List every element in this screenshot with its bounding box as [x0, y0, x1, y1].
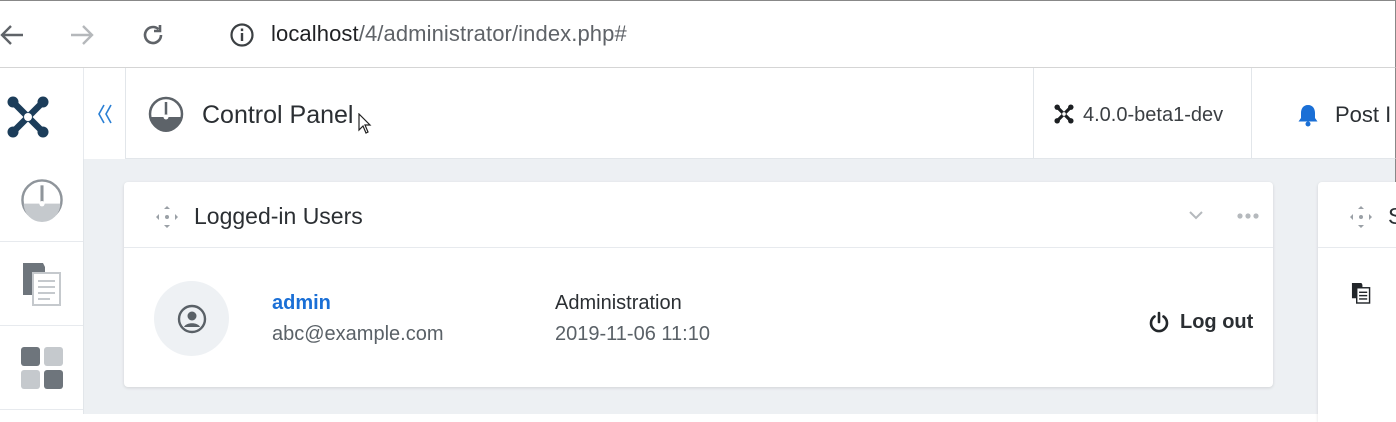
reload-button[interactable] [135, 18, 171, 52]
joomla-small-icon [1054, 104, 1074, 124]
reload-icon [143, 25, 163, 45]
second-module: S [1318, 182, 1396, 422]
module-title: Logged-in Users [194, 203, 363, 229]
more-options-icon[interactable] [1236, 212, 1260, 220]
arrow-right-icon [71, 25, 94, 45]
user-name-link[interactable]: admin [272, 292, 331, 315]
double-chevron-left-icon [97, 104, 112, 123]
bell-icon [1298, 105, 1318, 127]
joomla-logo-icon [7, 96, 49, 138]
url-path: /4/administrator/index.php# [358, 21, 627, 46]
copy-icon [1351, 283, 1371, 304]
blocks-icon [20, 347, 63, 389]
browser-toolbar: localhost/4/administrator/index.php# [0, 0, 1396, 68]
module-header: Logged-in Users [124, 182, 1273, 248]
power-icon [1149, 311, 1169, 333]
address-bar[interactable]: localhost/4/administrator/index.php# [271, 21, 627, 47]
user-login-time: 2019-11-06 11:10 [555, 323, 710, 345]
copy-icon [22, 263, 61, 306]
chevron-down-icon[interactable] [1188, 209, 1204, 221]
forward-button[interactable] [64, 18, 100, 52]
logout-button[interactable]: Log out [1148, 309, 1253, 335]
speedometer-icon [20, 179, 63, 222]
speedometer-icon [148, 96, 184, 132]
mouse-cursor-icon [358, 113, 372, 134]
page-title: Control Panel [202, 101, 354, 129]
sidebar-menu [0, 159, 84, 414]
header-divider [1033, 68, 1034, 158]
drag-move-icon[interactable] [1348, 204, 1374, 230]
sidebar-item-components[interactable] [0, 327, 83, 410]
user-circle-icon [177, 304, 206, 333]
module-title: S [1388, 203, 1396, 229]
version-label: 4.0.0-beta1-dev [1083, 104, 1224, 126]
arrow-left-icon [0, 25, 23, 45]
site-info-button[interactable] [224, 18, 260, 52]
sidebar-item-content[interactable] [0, 243, 83, 326]
avatar [154, 281, 229, 356]
module-header: S [1318, 182, 1396, 248]
url-host: localhost [271, 21, 359, 46]
user-email: abc@example.com [272, 323, 444, 345]
drag-move-icon[interactable] [154, 204, 180, 230]
logged-in-users-module: Logged-in Users [124, 182, 1273, 387]
sidebar-toggle-button[interactable] [84, 68, 126, 159]
info-icon [230, 23, 254, 47]
user-client: Administration [555, 292, 682, 314]
logout-label: Log out [1180, 310, 1254, 333]
post-install-label: Post I [1335, 102, 1392, 127]
sidebar-item-dashboard[interactable] [0, 159, 83, 242]
header-divider [1251, 68, 1252, 158]
logo-area[interactable] [0, 68, 84, 159]
back-button[interactable] [0, 18, 30, 52]
